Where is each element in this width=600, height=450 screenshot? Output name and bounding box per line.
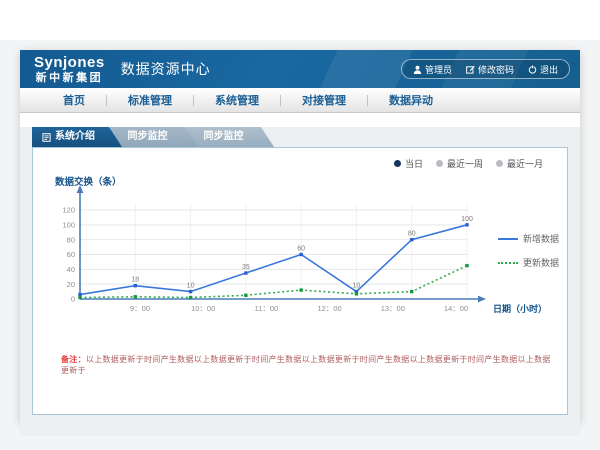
y-axis-title: 数据交换（条）: [55, 174, 122, 188]
svg-text:18: 18: [131, 277, 139, 284]
svg-text:80: 80: [408, 231, 416, 238]
tab-sync-monitor-2[interactable]: 同步监控: [186, 127, 274, 147]
logo-company-text: 新中新集团: [34, 73, 105, 84]
svg-text:100: 100: [461, 216, 473, 223]
logout-button[interactable]: 退出: [528, 63, 558, 76]
app-window: Synjones 新中新集团 数据资源中心 管理员 修改密码 退出 首页 标准管…: [20, 50, 580, 423]
time-range-filter: 当日 最近一周 最近一月: [394, 157, 543, 170]
radio-label: 最近一月: [507, 157, 543, 170]
svg-text:12：00: 12：00: [318, 304, 342, 313]
main-nav: 首页 标准管理 系统管理 对接管理 数据异动: [20, 88, 580, 113]
tab-label: 同步监控: [128, 131, 168, 142]
tab-label: 系统介绍: [55, 127, 95, 147]
svg-text:日期（小时）: 日期（小时）: [493, 303, 547, 314]
header: Synjones 新中新集团 数据资源中心 管理员 修改密码 退出: [20, 50, 580, 88]
svg-text:0: 0: [71, 295, 75, 304]
radio-label: 当日: [405, 157, 423, 170]
svg-text:10: 10: [353, 283, 361, 290]
change-password-button[interactable]: 修改密码: [466, 63, 514, 76]
legend-line-dotted: [498, 262, 518, 264]
edit-icon: [466, 65, 475, 74]
chart-legend: 新增数据 更新数据: [498, 232, 559, 280]
svg-text:40: 40: [67, 265, 75, 274]
radio-last-month[interactable]: 最近一月: [496, 157, 543, 170]
tab-sync-monitor-1[interactable]: 同步监控: [110, 127, 198, 147]
footnote-label: 备注：: [61, 355, 86, 364]
svg-text:9：00: 9：00: [130, 304, 150, 313]
current-user-button[interactable]: 管理员: [413, 63, 452, 76]
footnote-text: 以上数据更新于时间产生数据以上数据更新于时间产生数据以上数据更新于时间产生数据以…: [61, 355, 551, 375]
svg-text:60: 60: [297, 246, 305, 253]
user-toolbar: 管理员 修改密码 退出: [401, 59, 570, 79]
svg-text:35: 35: [242, 264, 250, 271]
legend-item-new-data[interactable]: 新增数据: [498, 232, 559, 245]
radio-dot: [436, 160, 443, 167]
legend-item-update-data[interactable]: 更新数据: [498, 256, 559, 269]
svg-text:10: 10: [187, 283, 195, 290]
nav-item-home[interactable]: 首页: [42, 92, 106, 108]
user-icon: [413, 65, 422, 74]
svg-text:60: 60: [67, 250, 75, 259]
nav-item-system-mgmt[interactable]: 系统管理: [194, 92, 280, 108]
radio-dot: [496, 160, 503, 167]
page-title: 数据资源中心: [121, 59, 211, 79]
legend-label: 新增数据: [523, 232, 559, 245]
legend-line-solid: [498, 238, 518, 240]
tab-label: 同步监控: [204, 131, 244, 142]
svg-text:13：00: 13：00: [381, 304, 405, 313]
radio-last-week[interactable]: 最近一周: [436, 157, 483, 170]
legend-label: 更新数据: [523, 256, 559, 269]
svg-text:80: 80: [67, 235, 75, 244]
nav-item-data-change[interactable]: 数据异动: [368, 92, 454, 108]
svg-text:100: 100: [62, 220, 75, 229]
footnote: 备注：以上数据更新于时间产生数据以上数据更新于时间产生数据以上数据更新于时间产生…: [61, 354, 553, 376]
svg-text:10：00: 10：00: [191, 304, 215, 313]
radio-dot: [394, 160, 401, 167]
company-logo: Synjones 新中新集团: [34, 55, 105, 84]
nav-item-standard-mgmt[interactable]: 标准管理: [107, 92, 193, 108]
logo-brand-text: Synjones: [34, 55, 105, 70]
chart-panel: 当日 最近一周 最近一月 数据交换（条） 0 20 40 60 80 100 120 9：00…: [32, 147, 568, 415]
document-icon: [42, 133, 51, 142]
svg-text:14：00: 14：00: [444, 304, 468, 313]
radio-label: 最近一周: [447, 157, 483, 170]
power-icon: [528, 65, 537, 74]
content-area: 系统介绍 同步监控 同步监控 当日 最近一周 最近一月 数据交: [20, 127, 580, 436]
tab-bar: 系统介绍 同步监控 同步监控: [32, 127, 580, 147]
radio-today[interactable]: 当日: [394, 157, 423, 170]
svg-text:11：00: 11：00: [255, 304, 279, 313]
nav-item-interface-mgmt[interactable]: 对接管理: [281, 92, 367, 108]
svg-text:120: 120: [62, 206, 75, 215]
svg-text:20: 20: [67, 280, 75, 289]
tab-system-intro[interactable]: 系统介绍: [32, 127, 122, 147]
